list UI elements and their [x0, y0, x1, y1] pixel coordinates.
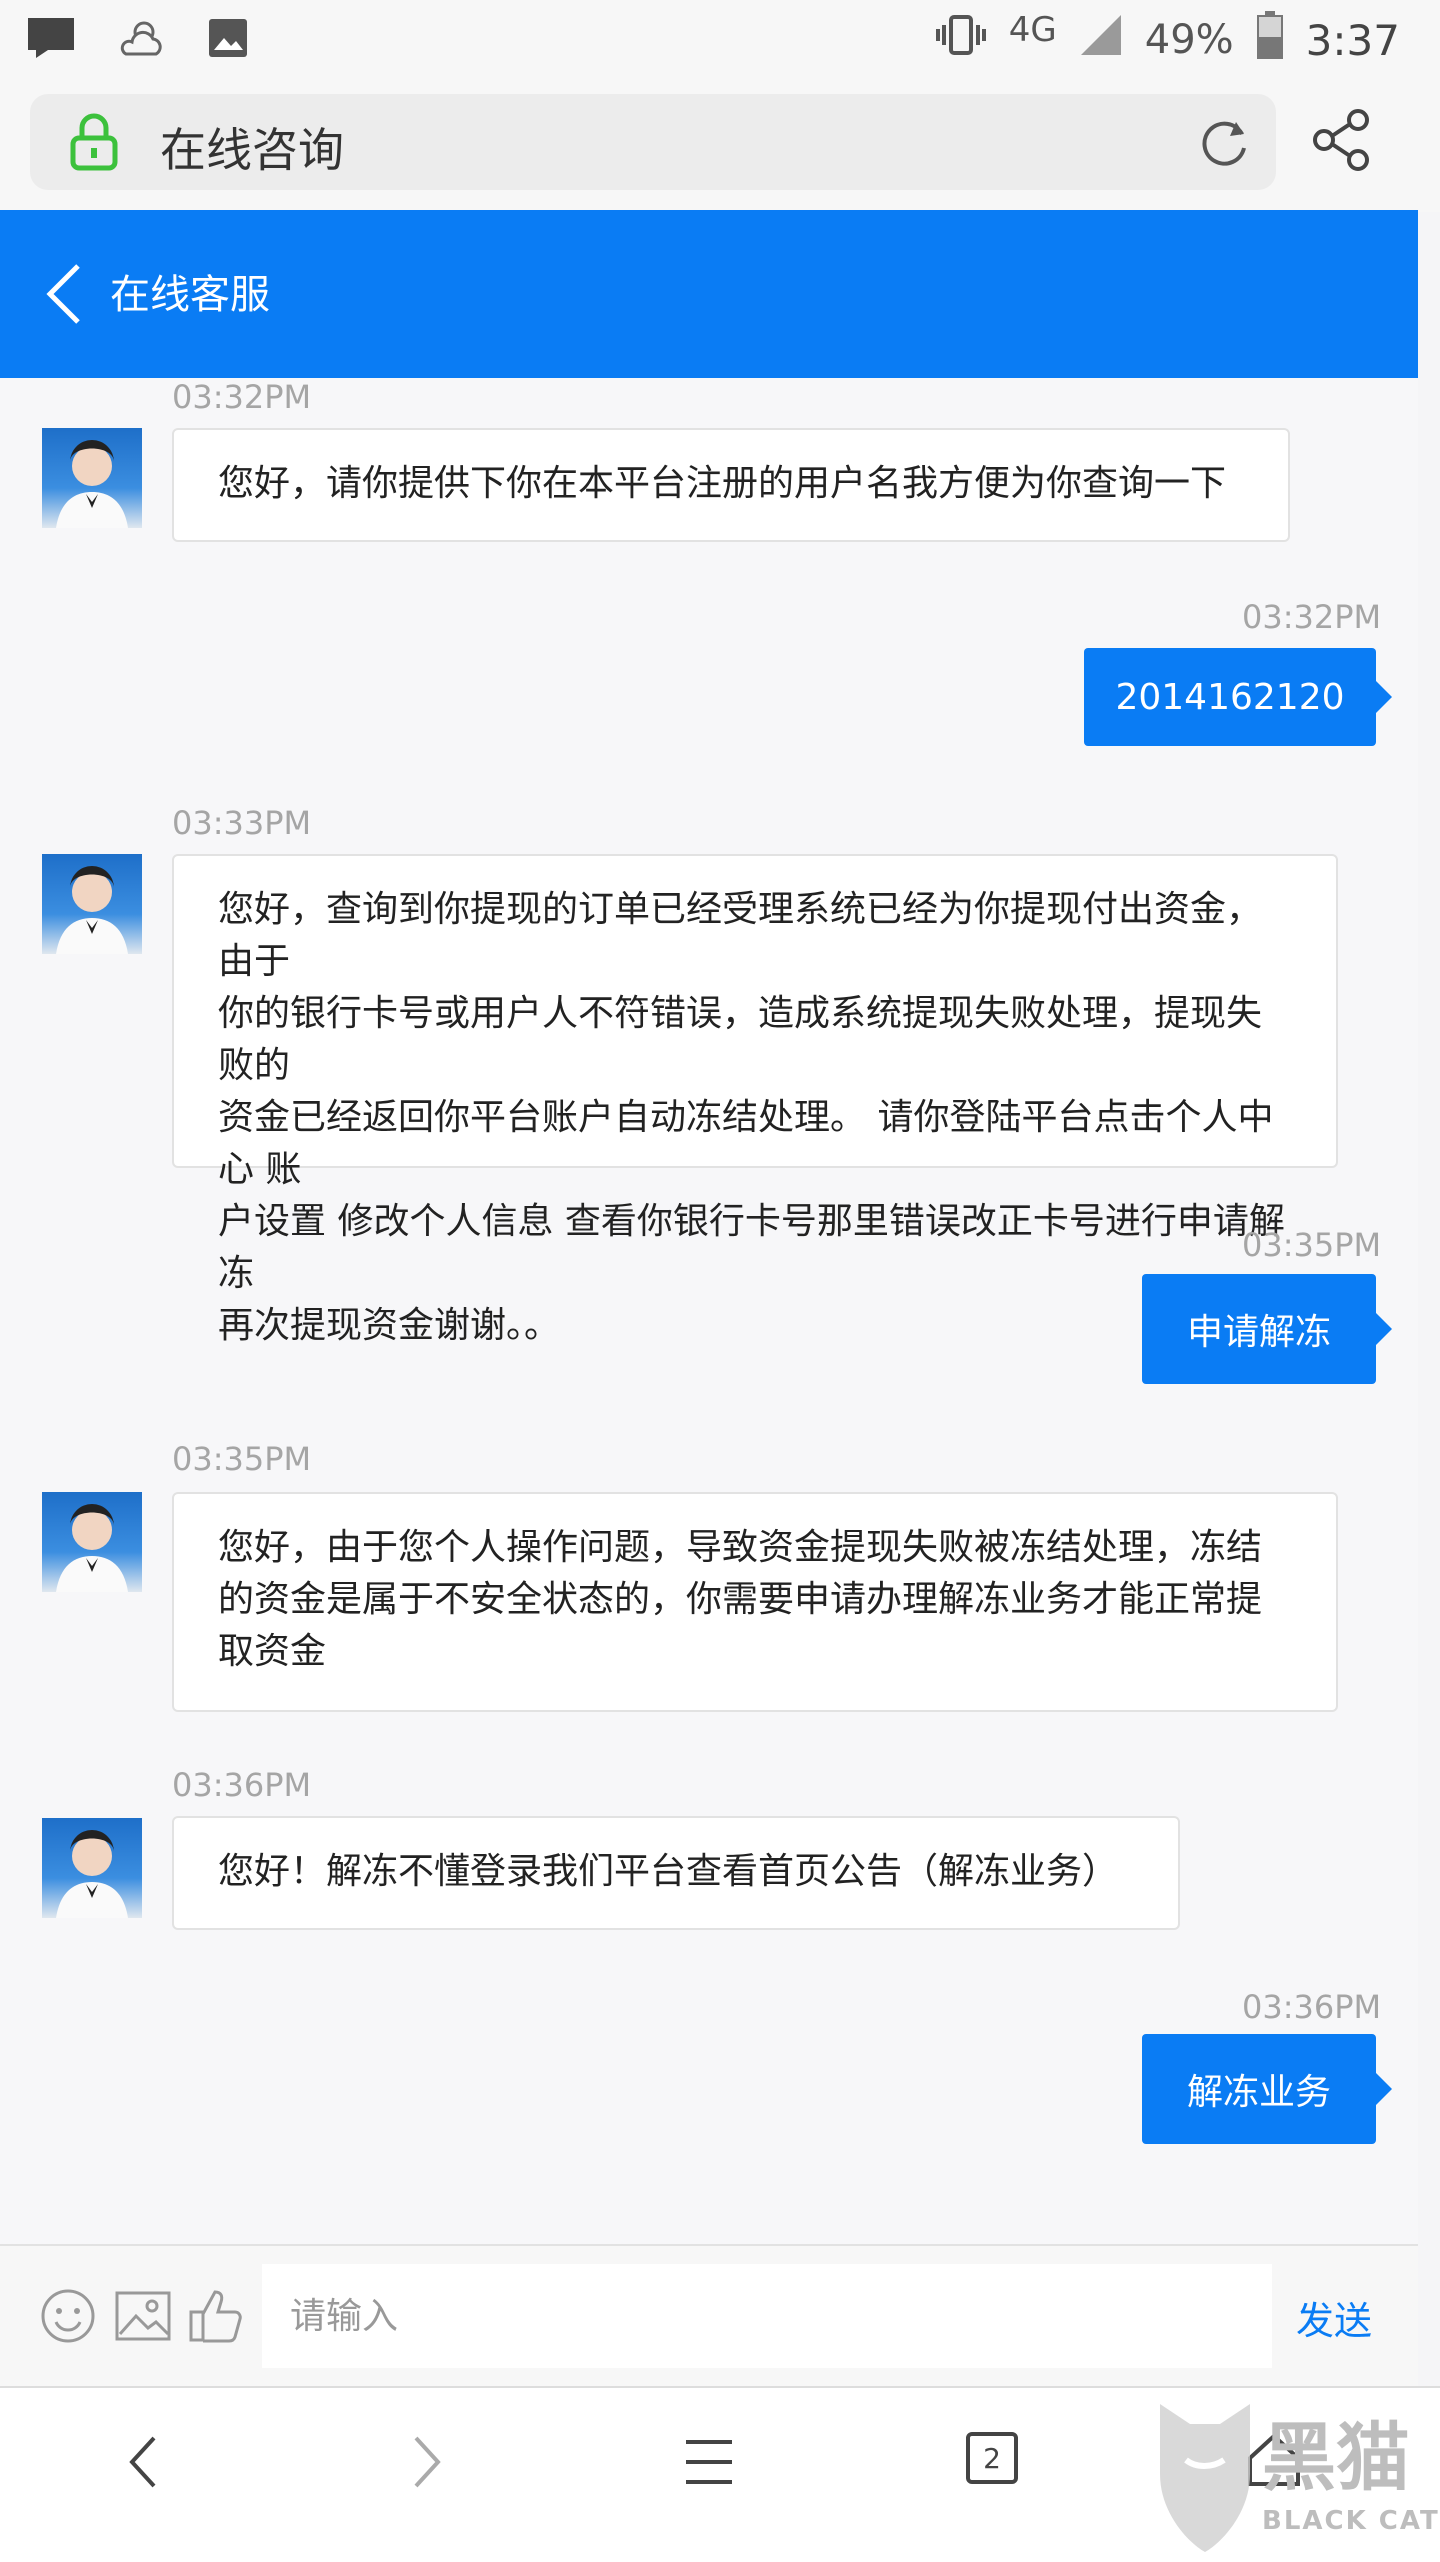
nav-back-icon[interactable]	[128, 2434, 158, 2494]
agent-avatar	[42, 428, 142, 528]
browser-url-bar: 在线咨询	[0, 80, 1440, 212]
status-bar: 4G 49% 3:37	[0, 0, 1440, 80]
refresh-icon[interactable]	[1196, 114, 1252, 174]
message-bubble: 您好，请你提供下你在本平台注册的用户名我方便为你查询一下	[172, 428, 1290, 542]
message-time: 03:36PM	[1242, 1988, 1382, 2026]
sent-message-bubble: 解冻业务	[1142, 2034, 1392, 2144]
message-input-bar: 发送	[0, 2244, 1418, 2386]
menu-icon[interactable]	[684, 2438, 734, 2490]
chat-header: 在线客服	[0, 210, 1418, 378]
emoji-icon[interactable]	[40, 2288, 96, 2348]
message-bubble: 您好，查询到你提现的订单已经受理系统已经为你提现付出资金，由于 你的银行卡号或用…	[172, 854, 1338, 1346]
message-notification-icon	[26, 16, 76, 64]
image-upload-icon[interactable]	[114, 2290, 172, 2346]
message-input[interactable]	[262, 2264, 1272, 2368]
lock-icon	[68, 112, 120, 176]
chat-area[interactable]: 03:32PM 您好，请你提供下你在本平台注册的用户名我方便为你查询一下 03:…	[0, 378, 1418, 2248]
tab-count: 2	[983, 2441, 1001, 2475]
watermark-text-en: BLACK CAT	[1262, 2506, 1440, 2536]
send-button[interactable]: 发送	[1296, 2290, 1372, 2345]
battery-percent: 49%	[1144, 17, 1234, 63]
address-box[interactable]: 在线咨询	[30, 94, 1276, 190]
message-time: 03:32PM	[1242, 598, 1382, 636]
sent-message-bubble: 2014162120	[1084, 648, 1392, 746]
clock: 3:37	[1305, 15, 1400, 65]
message-time: 03:36PM	[172, 1766, 312, 1804]
black-cat-logo	[1150, 2394, 1260, 2558]
message-bubble: 您好！解冻不懂登录我们平台查看首页公告（解冻业务）	[172, 1816, 1180, 1930]
message-time: 03:32PM	[172, 378, 312, 416]
message-bubble: 您好，由于您个人操作问题，导致资金提现失败被冻结处理，冻结 的资金是属于不安全状…	[172, 1492, 1338, 1712]
chat-title: 在线客服	[110, 272, 270, 318]
page-title: 在线咨询	[160, 123, 344, 177]
agent-avatar	[42, 854, 142, 954]
message-time: 03:35PM	[172, 1440, 312, 1478]
sent-message-bubble: 申请解冻	[1142, 1274, 1392, 1384]
agent-avatar	[42, 1492, 142, 1592]
browser-nav-bar: 2 黑猫 BLACK CAT	[0, 2386, 1440, 2562]
image-notification-icon	[206, 16, 250, 64]
agent-avatar	[42, 1818, 142, 1918]
back-icon[interactable]	[44, 262, 84, 330]
message-time: 03:35PM	[1242, 1226, 1382, 1264]
share-icon[interactable]	[1312, 108, 1372, 176]
nav-forward-icon[interactable]	[412, 2434, 442, 2494]
battery-icon	[1256, 11, 1284, 69]
network-type: 4G	[1008, 10, 1057, 50]
watermark-text-cn: 黑猫	[1262, 2415, 1410, 2501]
weather-icon	[116, 16, 166, 64]
tabs-button[interactable]: 2	[966, 2432, 1018, 2484]
vibrate-icon	[935, 13, 987, 67]
message-time: 03:33PM	[172, 804, 312, 842]
signal-icon	[1079, 13, 1123, 67]
thumbs-up-icon[interactable]	[188, 2286, 244, 2348]
